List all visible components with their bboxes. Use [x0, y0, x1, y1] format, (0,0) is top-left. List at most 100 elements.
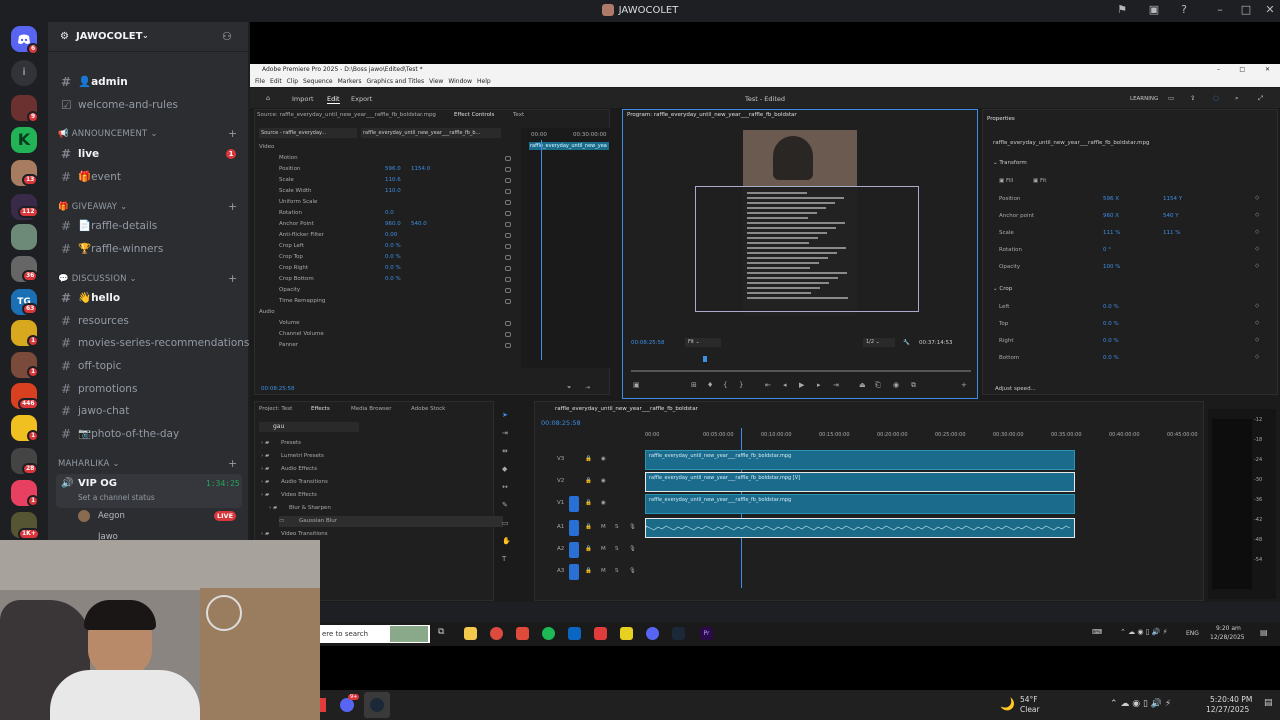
- track-header[interactable]: V3 🔒 ◉: [555, 450, 641, 470]
- camera-icon[interactable]: ◉: [893, 381, 899, 389]
- ec-param-row[interactable]: Video: [255, 142, 521, 153]
- effects-tree-item[interactable]: › ▰ Audio Transitions: [261, 477, 461, 488]
- menu-help[interactable]: Help: [477, 78, 491, 85]
- reset-icon[interactable]: [505, 255, 511, 260]
- sticky-notes-icon[interactable]: [620, 627, 633, 640]
- channel-movies[interactable]: # movies-series-recommendations: [56, 333, 249, 353]
- effects-search-input[interactable]: gau: [259, 422, 359, 432]
- reset-icon[interactable]: [505, 321, 511, 326]
- audio-clip[interactable]: [645, 518, 1075, 538]
- channel-admin[interactable]: # 👤admin: [56, 72, 242, 92]
- track-select-icon[interactable]: ⇥: [502, 429, 508, 437]
- settings-icon[interactable]: ▣: [633, 381, 640, 389]
- mic-icon[interactable]: 🎙: [629, 524, 636, 530]
- discord-taskbar-icon[interactable]: [646, 627, 659, 640]
- marker-icon[interactable]: ⊞: [691, 381, 697, 389]
- ec-param-row[interactable]: Anti-flicker Filter 0.00: [255, 230, 521, 241]
- brave-icon[interactable]: [516, 627, 529, 640]
- server-icon[interactable]: K: [11, 127, 37, 153]
- fit-option[interactable]: ▣ Fit: [1033, 178, 1046, 184]
- effects-tree-item[interactable]: › ▰ Audio Effects: [261, 464, 461, 475]
- ec-param-row[interactable]: Anchor Point 960.0 540.0: [255, 219, 521, 230]
- property-value[interactable]: 111 %: [1103, 230, 1120, 236]
- ec-param-row[interactable]: Time Remapping: [255, 296, 521, 307]
- inbox-flag-icon[interactable]: ⚑: [1114, 3, 1130, 19]
- outlook-icon[interactable]: [568, 627, 581, 640]
- taskbar-date[interactable]: 12/28/2025: [1210, 634, 1245, 641]
- eye-icon[interactable]: ◉: [601, 500, 606, 506]
- reset-icon[interactable]: [505, 211, 511, 216]
- share-icon[interactable]: ⇪: [1190, 94, 1195, 102]
- tab-media-browser[interactable]: Media Browser: [351, 406, 392, 412]
- tab-effect-controls[interactable]: Effect Controls: [454, 112, 494, 118]
- keyframe-icon[interactable]: ◇: [1255, 229, 1259, 235]
- export-frame-icon[interactable]: ⇥: [585, 385, 590, 391]
- ec-param-row[interactable]: Opacity: [255, 285, 521, 296]
- crop-value[interactable]: 0.0 %: [1103, 304, 1119, 310]
- lock-icon[interactable]: 🔒: [585, 500, 592, 506]
- mute-icon[interactable]: M: [601, 524, 606, 530]
- reset-icon[interactable]: [505, 156, 511, 161]
- tab-source[interactable]: Source: raffle_everyday_until_new_year__…: [257, 112, 436, 118]
- track-target-toggle[interactable]: [569, 542, 579, 558]
- keyframe-icon[interactable]: ◇: [1255, 246, 1259, 252]
- premiere-taskbar-icon[interactable]: Pr: [700, 627, 713, 640]
- property-value[interactable]: 540 Y: [1163, 213, 1179, 219]
- taskbar-time[interactable]: 9:20 am: [1216, 625, 1241, 632]
- property-row[interactable]: Opacity 100 % ◇: [983, 260, 1279, 274]
- tab-project[interactable]: Project: Test: [259, 406, 292, 412]
- voice-user-jawo[interactable]: Jawo: [78, 532, 242, 540]
- adjust-speed-button[interactable]: Adjust speed...: [995, 386, 1036, 392]
- ec-param-row[interactable]: Position 596.0 1154.0: [255, 164, 521, 175]
- ec-param-value[interactable]: 0.0 %: [385, 265, 401, 271]
- server-icon[interactable]: [11, 224, 37, 250]
- crop-row[interactable]: Top 0.0 % ◇: [983, 317, 1279, 331]
- video-clip[interactable]: raffle_everyday_until_new_year___raffle_…: [645, 494, 1075, 514]
- timeline-tab[interactable]: raffle_everyday_until_new_year___raffle_…: [555, 406, 698, 412]
- reset-icon[interactable]: [505, 233, 511, 238]
- tab-effects[interactable]: Effects: [311, 406, 330, 412]
- crop-section[interactable]: Crop: [999, 286, 1012, 292]
- go-to-in-icon[interactable]: ⇤: [765, 381, 771, 389]
- mic-icon[interactable]: 🎙: [629, 546, 636, 552]
- category-discussion[interactable]: 💬 DISCUSSION ⌄: [58, 274, 137, 284]
- go-to-out-icon[interactable]: ⇥: [833, 381, 839, 389]
- reset-icon[interactable]: [505, 189, 511, 194]
- properties-tab[interactable]: Properties: [987, 116, 1015, 122]
- minimize-icon[interactable]: –: [1217, 64, 1220, 76]
- video-clip[interactable]: raffle_everyday_until_new_year___raffle_…: [645, 472, 1075, 492]
- mute-icon[interactable]: M: [601, 546, 606, 552]
- menu-edit[interactable]: Edit: [270, 78, 282, 85]
- keyboard-icon[interactable]: ⌨: [1092, 628, 1102, 636]
- tab-text[interactable]: Text: [513, 112, 524, 118]
- ec-param-row[interactable]: Uniform Scale: [255, 197, 521, 208]
- chrome-icon[interactable]: [490, 627, 503, 640]
- crop-row[interactable]: Right 0.0 % ◇: [983, 334, 1279, 348]
- tab-export[interactable]: Export: [351, 95, 372, 103]
- menu-file[interactable]: File: [255, 78, 265, 85]
- host-tray-icons[interactable]: ⌃ ☁ ◉ ▯ 🔊 ⚡: [1110, 699, 1171, 709]
- ec-source-dropdown[interactable]: Source - raffle_everyday...: [259, 128, 357, 138]
- lock-icon[interactable]: 🔒: [585, 568, 592, 574]
- ec-param-row[interactable]: Crop Left 0.0 %: [255, 241, 521, 252]
- type-tool-icon[interactable]: T: [502, 555, 506, 563]
- file-explorer-icon[interactable]: [464, 627, 477, 640]
- add-channel-icon[interactable]: +: [228, 457, 237, 470]
- monitor-icon[interactable]: ▣: [1146, 3, 1162, 19]
- add-channel-icon[interactable]: +: [228, 272, 237, 285]
- keyframe-icon[interactable]: ◇: [1255, 195, 1259, 201]
- fullscreen-icon[interactable]: ⤢: [1258, 94, 1263, 103]
- host-time[interactable]: 5:20:40 PM: [1210, 695, 1252, 704]
- keyframe-icon[interactable]: ◇: [1255, 354, 1259, 360]
- reset-icon[interactable]: [505, 178, 511, 183]
- video-clip[interactable]: raffle_everyday_until_new_year___raffle_…: [645, 450, 1075, 470]
- wrench-icon[interactable]: 🔧: [903, 340, 910, 346]
- property-value[interactable]: 100 %: [1103, 264, 1120, 270]
- language-indicator[interactable]: ENG: [1186, 630, 1199, 637]
- add-channel-icon[interactable]: +: [228, 127, 237, 140]
- step-back-icon[interactable]: ◂: [783, 381, 787, 389]
- crop-value[interactable]: 0.0 %: [1103, 321, 1119, 327]
- menu-sequence[interactable]: Sequence: [303, 78, 333, 85]
- voice-user-aegon[interactable]: Aegon LIVE: [78, 510, 242, 524]
- ec-param-row[interactable]: Panner: [255, 340, 521, 351]
